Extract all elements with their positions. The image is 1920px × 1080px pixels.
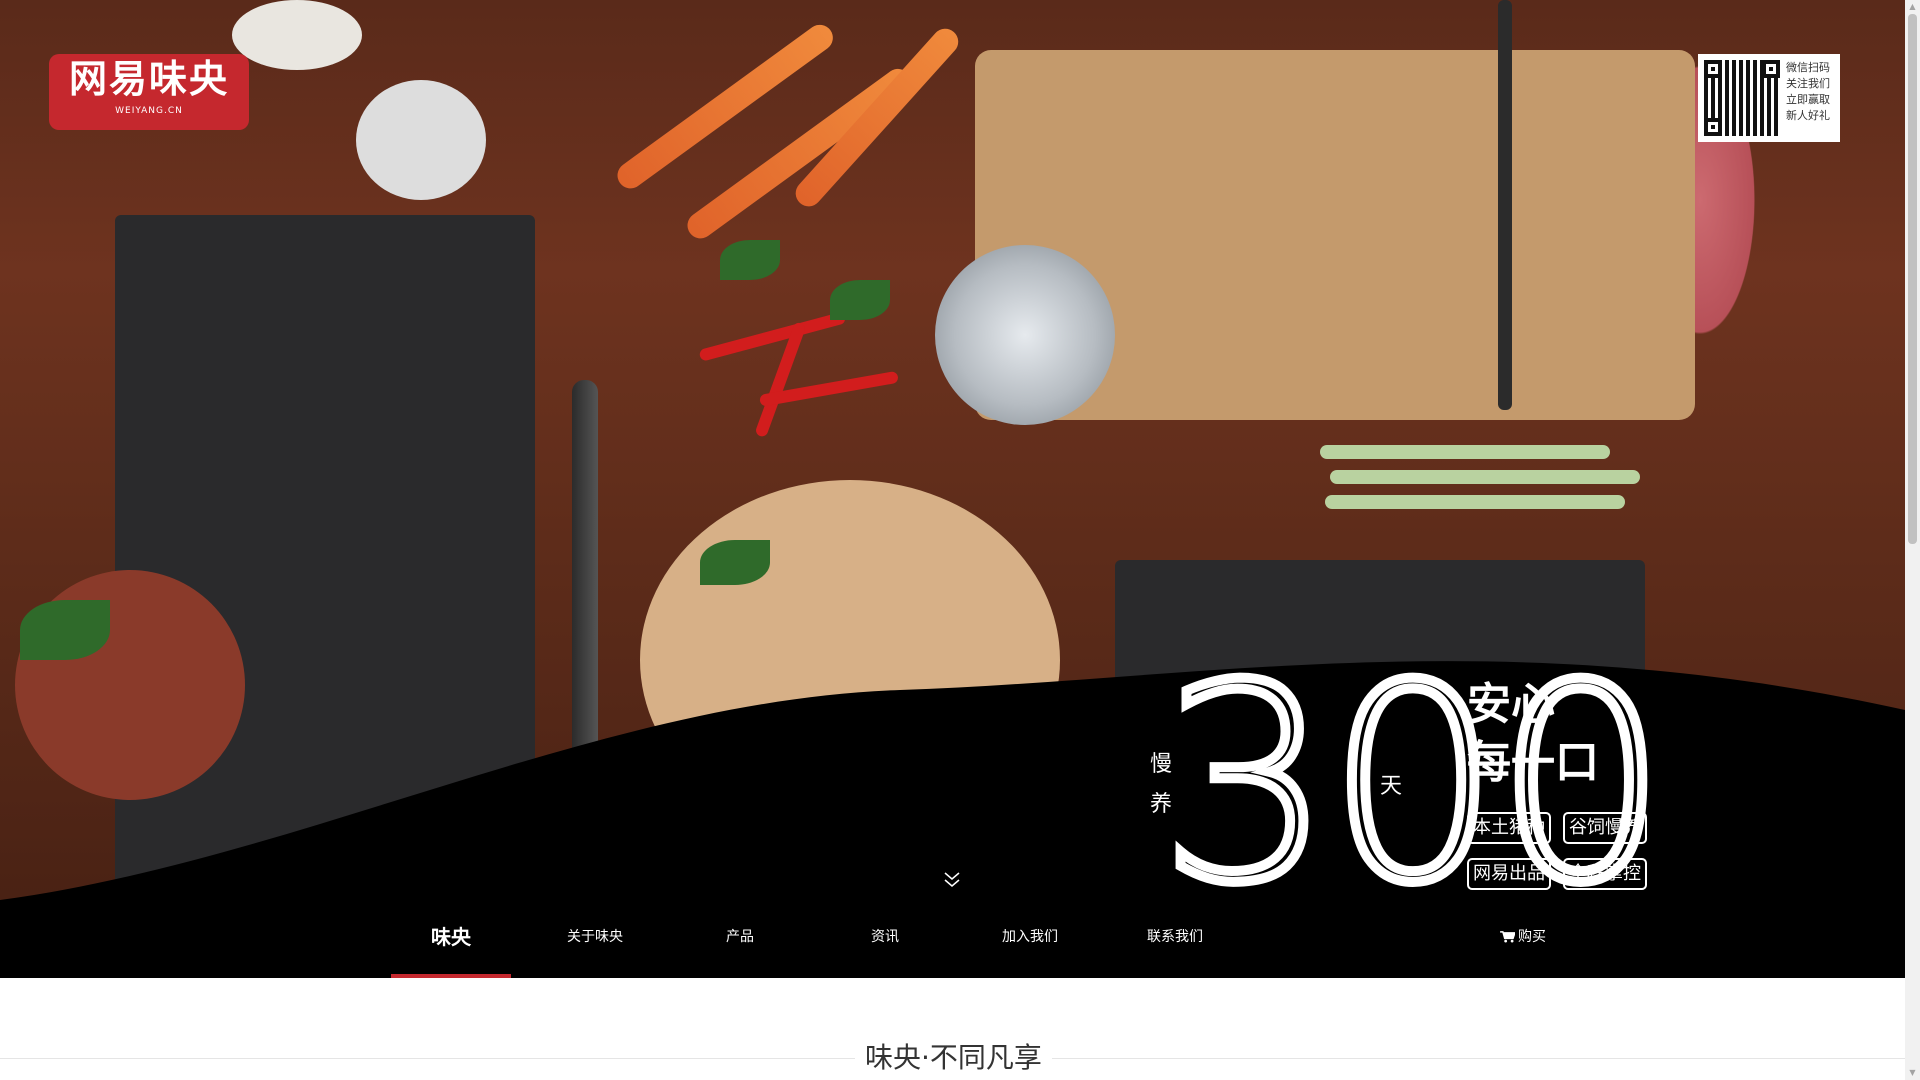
- herb-leaf: [700, 540, 770, 585]
- section-title: 味央·不同凡享: [855, 1040, 1052, 1076]
- hero-days-unit: 天: [1380, 774, 1403, 799]
- qr-caption-line: 微信扫码: [1786, 61, 1830, 74]
- hero-tag: 谷饲慢养: [1563, 812, 1647, 844]
- hero-tag: 网易出品: [1467, 858, 1551, 890]
- main-nav: 味央 关于味央 产品 资讯 加入我们 联系我们 购买: [0, 900, 1905, 978]
- tin-can: [935, 245, 1115, 425]
- nav-item-join[interactable]: 加入我们: [970, 900, 1090, 978]
- asparagus: [1330, 470, 1640, 484]
- qr-caption-line: 立即赢取: [1786, 93, 1830, 106]
- scroll-up-arrow-icon[interactable]: ▲: [1905, 0, 1920, 14]
- herb-leaf: [830, 280, 890, 320]
- herb-leaf: [720, 240, 780, 280]
- asparagus: [1320, 445, 1610, 459]
- buy-link[interactable]: 购买: [1500, 900, 1546, 978]
- qr-caption-line: 关注我们: [1786, 77, 1830, 90]
- qr-finder: [1704, 118, 1722, 136]
- buy-label: 购买: [1518, 929, 1546, 945]
- chili: [698, 311, 847, 362]
- nav-item-news[interactable]: 资讯: [825, 900, 945, 978]
- qr-finder: [1762, 60, 1780, 78]
- scrollbar-thumb[interactable]: [1908, 14, 1917, 544]
- brand-logo[interactable]: 网易味央 WEIYANG.CN: [49, 54, 249, 130]
- hero-slogan-line2: 每一口: [1467, 737, 1599, 788]
- nav-item-contact[interactable]: 联系我们: [1115, 900, 1235, 978]
- brand-logo-en: WEIYANG.CN: [115, 106, 183, 116]
- scroll-down-arrow-icon[interactable]: ▼: [1905, 1066, 1920, 1080]
- nav-item-about[interactable]: 关于味央: [535, 900, 655, 978]
- page-scrollbar[interactable]: ▲ ▼: [1905, 0, 1920, 1080]
- carrot: [612, 19, 838, 194]
- page: 网易味央 WEIYANG.CN 微信扫码 关注我们 立即赢取 新人好礼 慢 养 …: [0, 0, 1905, 1080]
- cart-icon: [1500, 931, 1515, 943]
- hero-tag: 全程掌控: [1563, 858, 1647, 890]
- hero-slogan-line1: 安心: [1467, 679, 1555, 730]
- hero-tags: 本土猪种 谷饲慢养 网易出品 全程掌控: [1467, 812, 1657, 904]
- hero-tag: 本土猪种: [1467, 812, 1551, 844]
- hero-slogan: 安心 每一口: [1467, 676, 1599, 792]
- fork: [1498, 0, 1512, 410]
- qr-code-widget[interactable]: 微信扫码 关注我们 立即赢取 新人好礼: [1698, 54, 1840, 142]
- brand-logo-cn: 网易味央: [68, 57, 229, 101]
- pepper-bowl: [356, 80, 486, 200]
- nav-item-products[interactable]: 产品: [680, 900, 800, 978]
- qr-finder: [1704, 60, 1722, 78]
- qr-caption: 微信扫码 关注我们 立即赢取 新人好礼: [1786, 60, 1838, 124]
- carrot: [682, 63, 917, 244]
- section-header: 味央·不同凡享: [0, 1040, 1905, 1080]
- salt-bowl: [232, 0, 362, 70]
- qr-caption-line: 新人好礼: [1786, 109, 1830, 122]
- asparagus: [1325, 495, 1625, 509]
- nav-item-home[interactable]: 味央: [391, 900, 511, 978]
- scroll-down-icon[interactable]: [942, 870, 962, 890]
